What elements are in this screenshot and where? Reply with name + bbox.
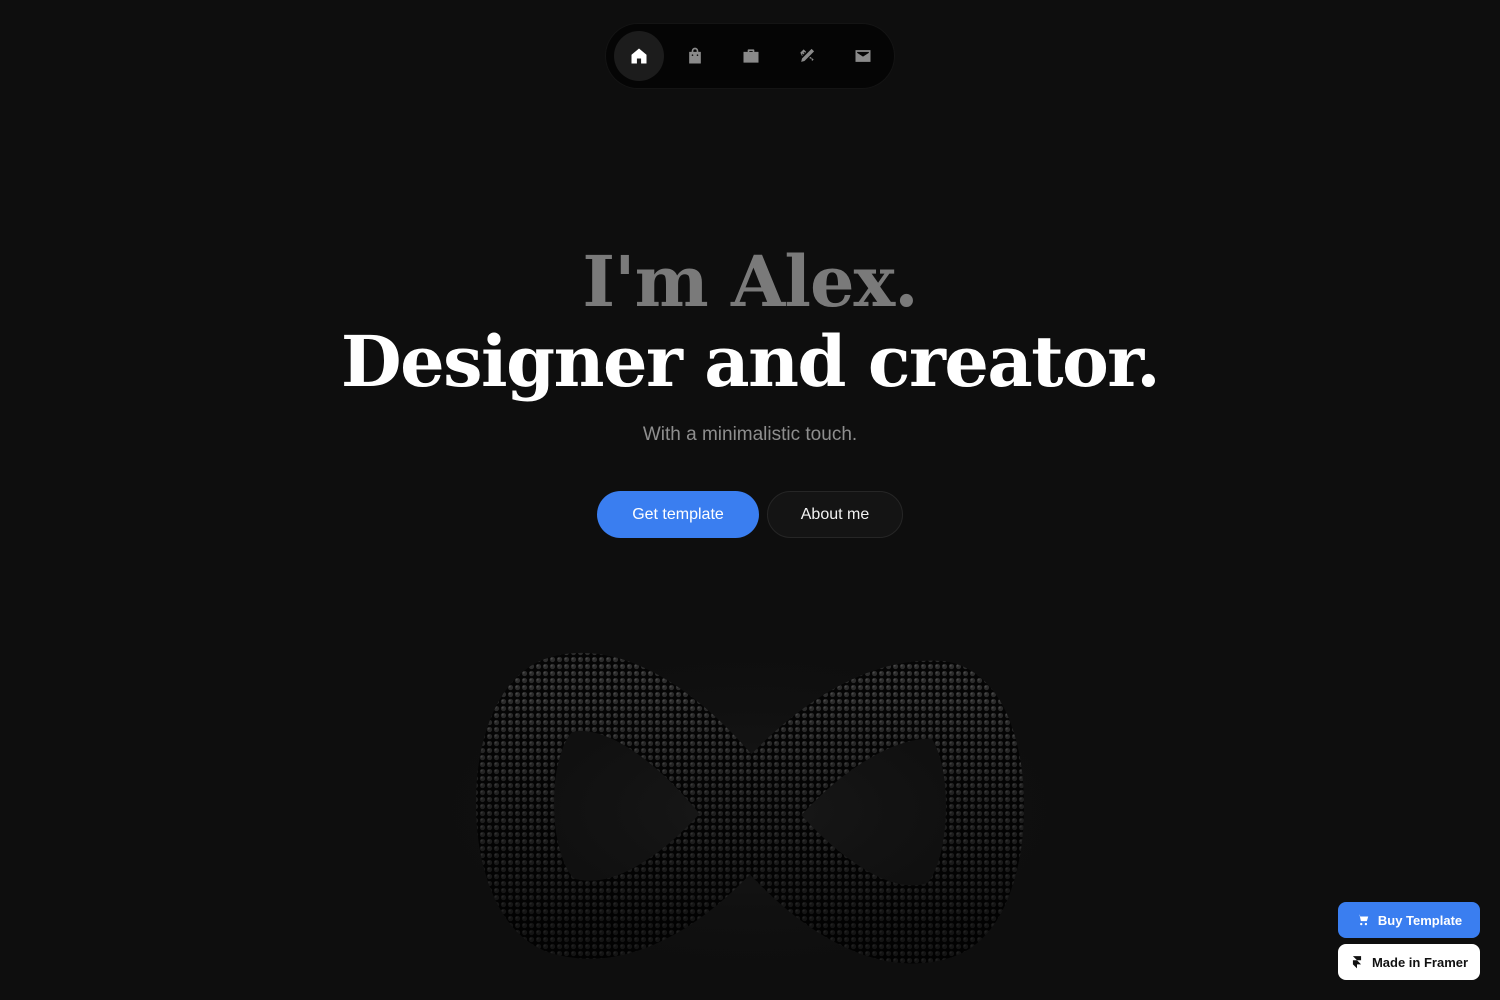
- shopping-bag-icon: [689, 47, 701, 64]
- nav-shop[interactable]: [670, 31, 720, 81]
- hero-greeting: I'm Alex.: [582, 240, 918, 323]
- buy-template-badge[interactable]: Buy Template: [1338, 902, 1480, 938]
- nav-work[interactable]: [726, 31, 776, 81]
- mail-icon: [855, 50, 871, 62]
- home-icon: [631, 48, 647, 64]
- about-me-button[interactable]: About me: [767, 491, 903, 538]
- top-nav: [606, 24, 894, 88]
- made-in-framer-label: Made in Framer: [1371, 954, 1469, 970]
- page: I'm Alex. Designer and creator. With a m…: [0, 0, 1500, 1000]
- hero-headline: Designer and creator.: [340, 320, 1161, 403]
- briefcase-icon: [743, 49, 759, 63]
- infinity-3d-shape: [370, 620, 1130, 1000]
- nav-design[interactable]: [782, 31, 832, 81]
- cart-icon: [1357, 914, 1369, 926]
- framer-logo-icon: [1352, 956, 1362, 969]
- cta-row: Get template About me: [597, 491, 903, 538]
- nav-contact[interactable]: [838, 31, 888, 81]
- made-in-framer-badge[interactable]: Made in Framer: [1338, 944, 1480, 980]
- nav-home[interactable]: [614, 31, 664, 81]
- buy-template-label: Buy Template: [1377, 912, 1463, 928]
- get-template-button[interactable]: Get template: [597, 491, 759, 538]
- hero-subtitle: With a minimalistic touch.: [642, 424, 858, 445]
- pencil-ruler-icon: [800, 48, 815, 62]
